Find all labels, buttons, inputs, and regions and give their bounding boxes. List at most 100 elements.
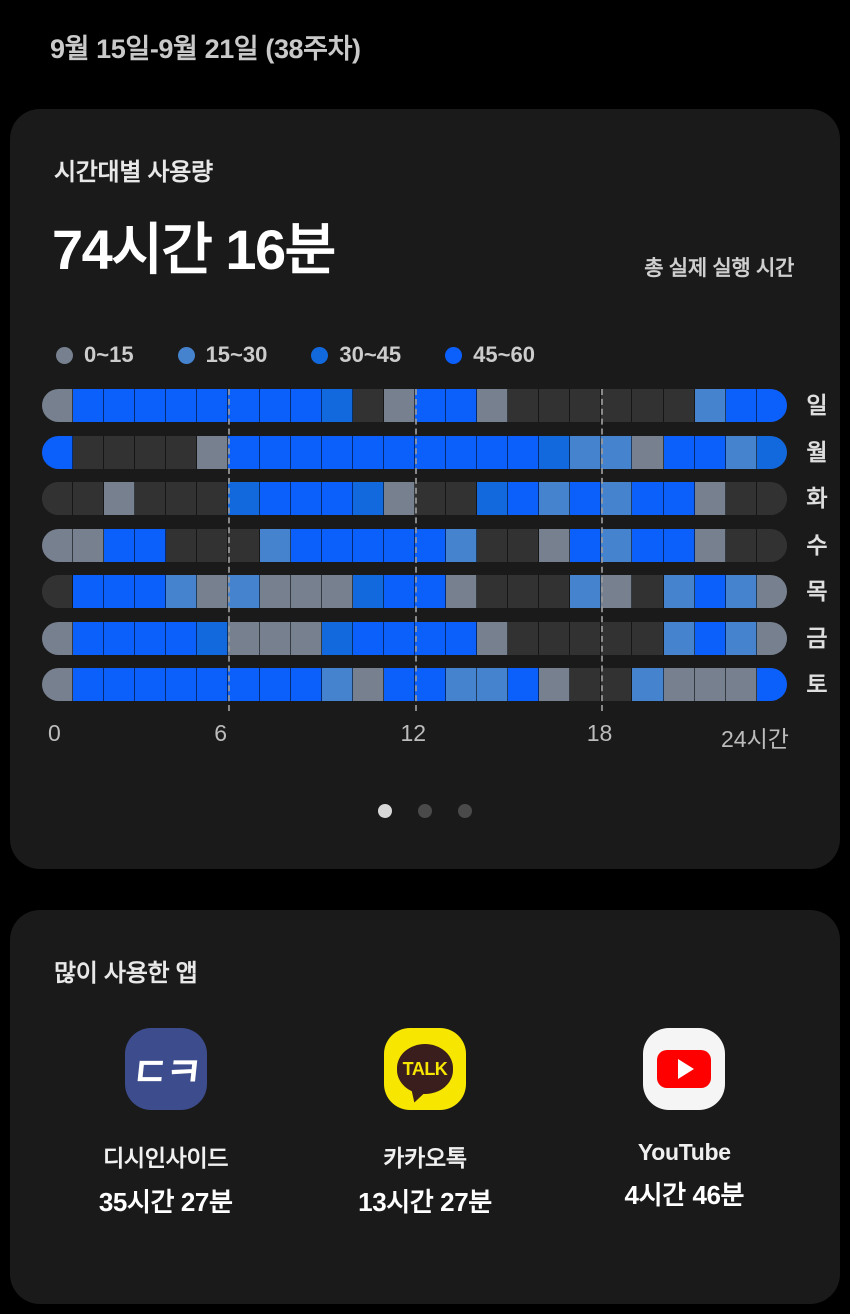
heatmap-cell: [383, 482, 415, 515]
heatmap-cell: [321, 435, 353, 469]
x-axis-tick-label: 6: [214, 720, 228, 746]
heatmap-cell: [570, 575, 602, 608]
heatmap-cell: [73, 528, 105, 562]
card-page-indicator[interactable]: [10, 804, 840, 818]
heatmap-cell: [663, 575, 695, 608]
heatmap-cell: [104, 435, 136, 469]
heatmap-cell: [290, 528, 322, 562]
heatmap-cell: [725, 528, 757, 562]
heatmap-cell: [104, 482, 136, 515]
legend-label: 45~60: [473, 342, 535, 367]
heatmap-cell: [321, 668, 353, 701]
heatmap-cell: [601, 621, 633, 655]
heatmap-cell: [383, 668, 415, 701]
app-usage-time: 13시간 27분: [358, 1187, 492, 1217]
heatmap-cell: [756, 575, 787, 608]
heatmap-cell: [166, 668, 198, 701]
legend-dot-icon: [311, 346, 329, 364]
hourly-usage-card[interactable]: 시간대별 사용량 74시간 16분 총 실제 실행 시간 0~15 15~30 30…: [10, 109, 840, 869]
app-usage-time: 4시간 46분: [624, 1180, 745, 1210]
heatmap-cell: [383, 575, 415, 608]
speech-bubble-icon: TALK: [396, 1044, 453, 1094]
heatmap-cell: [725, 435, 757, 469]
youtube-icon[interactable]: [643, 1028, 726, 1110]
heatmap-cell: [601, 435, 633, 469]
heatmap-cell: [446, 435, 478, 469]
heatmap-cell: [632, 389, 664, 422]
dcinside-icon[interactable]: ㄷㅋ: [124, 1028, 207, 1110]
screen-root: 9월 15일-9월 21일 (38주차) 시간대별 사용량 74시간 16분 총…: [0, 0, 850, 1314]
heatmap-cell: [508, 482, 540, 515]
page-dot-2[interactable]: [418, 804, 432, 818]
heatmap-cell: [725, 668, 757, 701]
heatmap-cell: [725, 389, 757, 422]
kakaotalk-icon[interactable]: TALK: [383, 1028, 466, 1110]
heatmap-cell: [756, 528, 787, 562]
heatmap-cell: [383, 435, 415, 469]
heatmap-cell: [414, 435, 447, 469]
app-item[interactable]: YouTube 4시간 46분: [574, 1028, 794, 1219]
heatmap-cell: [414, 482, 447, 515]
heatmap-cell: [414, 389, 447, 422]
legend-label: 15~30: [205, 342, 268, 367]
heatmap-row: [42, 482, 787, 515]
heatmap-cell: [601, 668, 633, 701]
total-usage-time: 74시간 16분: [52, 218, 336, 281]
heatmap-cell: [321, 621, 353, 655]
heatmap-cell: [414, 621, 447, 655]
heatmap-cell: [632, 435, 664, 469]
heatmap-cell: [166, 621, 198, 655]
heatmap-cell: [446, 575, 478, 608]
heatmap-cell: [228, 389, 260, 422]
heatmap-cell: [259, 435, 291, 469]
heatmap-cell: [135, 528, 167, 562]
heatmap-cell: [694, 621, 726, 655]
heatmap-cell: [197, 435, 229, 469]
heatmap-cell: [663, 389, 695, 422]
page-dot-3[interactable]: [458, 804, 472, 818]
week-range-header: 9월 15일-9월 21일 (38주차): [50, 34, 361, 64]
heatmap-cell: [477, 621, 509, 655]
heatmap-cell: [259, 575, 291, 608]
x-axis-tick-label: 0: [48, 720, 61, 746]
heatmap-cell: [228, 482, 260, 515]
app-item[interactable]: TALK 카카오톡 13시간 27분: [315, 1028, 535, 1219]
heatmap-cell: [290, 575, 322, 608]
heatmap-cell: [632, 668, 664, 701]
heatmap-cell: [259, 482, 291, 515]
hourly-usage-heatmap: 일월화수목금토 0 6 12 18 24시간: [42, 389, 828, 752]
legend-item-30~45: 30~45: [311, 342, 401, 368]
heatmap-cell: [290, 668, 322, 701]
apps-card-title: 많이 사용한 앱: [54, 960, 198, 987]
heatmap-cell: [414, 575, 447, 608]
heatmap-cell: [539, 668, 571, 701]
page-dot-1[interactable]: [378, 804, 392, 818]
heatmap-cell: [104, 575, 136, 608]
heatmap-cell: [632, 575, 664, 608]
legend-item-45~60: 45~60: [445, 342, 535, 368]
heatmap-cell: [73, 435, 105, 469]
heatmap-cell: [477, 389, 509, 422]
app-usage-time: 35시간 27분: [98, 1187, 233, 1217]
heatmap-day-label: 수: [806, 531, 828, 558]
heatmap-cell: [539, 389, 571, 422]
youtube-play-badge-icon: [657, 1050, 712, 1088]
play-triangle-icon: [678, 1059, 695, 1079]
heatmap-cell: [352, 482, 384, 515]
heatmap-cell: [135, 621, 167, 655]
heatmap-plot-area: 일월화수목금토: [42, 389, 828, 714]
heatmap-cell: [663, 621, 695, 655]
heatmap-cell: [508, 668, 540, 701]
most-used-apps-card[interactable]: 많이 사용한 앱 ㄷㅋ 디시인사이드 35시간 27분 TALK 카카오톡 13시간 27…: [10, 910, 840, 1304]
heatmap-cell: [166, 435, 198, 469]
heatmap-cell: [756, 668, 787, 701]
heatmap-cell: [508, 528, 540, 562]
app-item[interactable]: ㄷㅋ 디시인사이드 35시간 27분: [56, 1028, 276, 1219]
heatmap-cell: [42, 482, 74, 515]
heatmap-cell: [352, 389, 384, 422]
heatmap-cell: [135, 482, 167, 515]
heatmap-day-label: 일: [806, 392, 828, 418]
heatmap-cell: [446, 528, 478, 562]
heatmap-cell: [570, 621, 602, 655]
heatmap-cell: [539, 575, 571, 608]
